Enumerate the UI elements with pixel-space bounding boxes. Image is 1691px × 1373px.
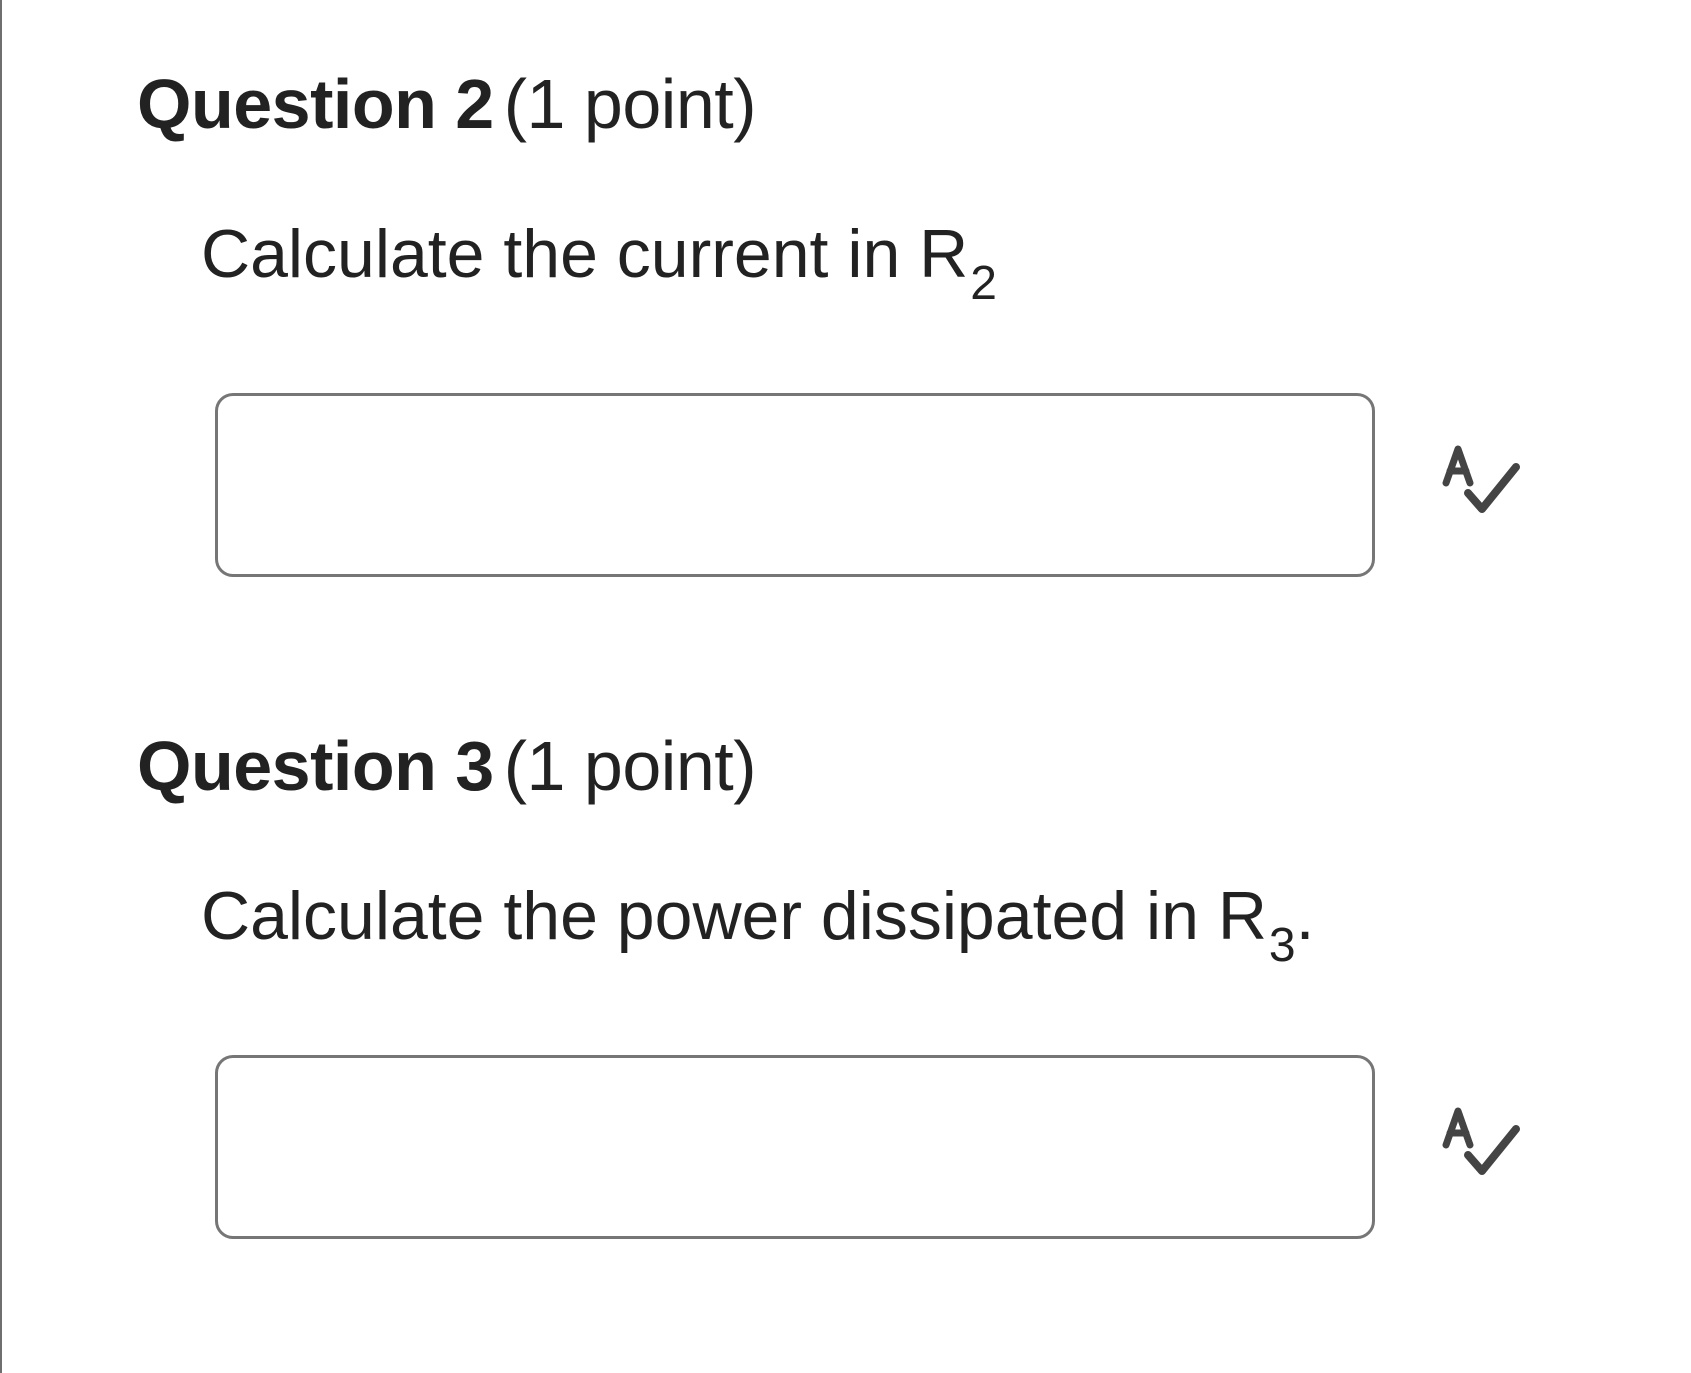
prompt-suffix: . bbox=[1295, 878, 1315, 954]
question-title: Question 2 bbox=[137, 65, 494, 143]
spell-check-icon[interactable] bbox=[1438, 1107, 1526, 1195]
question-points: (1 point) bbox=[503, 727, 757, 805]
spell-check-icon[interactable] bbox=[1438, 445, 1526, 533]
prompt-text: Calculate the power dissipated in R bbox=[201, 878, 1267, 954]
answer-input[interactable] bbox=[215, 393, 1375, 577]
question-heading: Question 2 (1 point) bbox=[137, 62, 757, 146]
left-border bbox=[0, 0, 2, 1373]
prompt-subscript: 2 bbox=[970, 257, 997, 310]
question-prompt: Calculate the power dissipated in R3. bbox=[201, 874, 1315, 972]
question-points: (1 point) bbox=[503, 65, 757, 143]
question-title: Question 3 bbox=[137, 727, 494, 805]
prompt-text: Calculate the current in R bbox=[201, 216, 969, 292]
prompt-subscript: 3 bbox=[1268, 919, 1296, 972]
answer-input[interactable] bbox=[215, 1055, 1375, 1239]
question-prompt: Calculate the current in R2 bbox=[201, 212, 997, 310]
question-heading: Question 3 (1 point) bbox=[137, 724, 757, 808]
